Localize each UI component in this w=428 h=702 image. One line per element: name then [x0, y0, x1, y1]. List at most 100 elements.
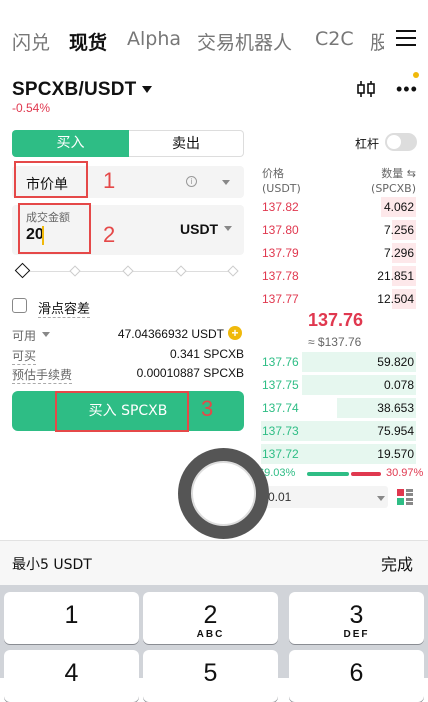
key-digit: 5: [203, 659, 218, 687]
last-price-fiat: ≈ $137.76: [308, 335, 362, 349]
key-digit: 1: [64, 601, 79, 629]
tab-trading-bots[interactable]: 交易机器人: [197, 28, 292, 55]
margin-label: 杠杆: [355, 137, 380, 151]
annotation-number-2: 2: [103, 222, 116, 247]
bid-quantity: 59.820: [377, 355, 414, 369]
min-amount-hint: 最小5 USDT: [12, 557, 92, 573]
ob-price-header: 价格 (USDT): [262, 167, 301, 195]
annotation-number-3: 3: [201, 396, 214, 421]
tab-convert[interactable]: 闪兑: [12, 28, 50, 55]
bid-price: 137.72: [262, 447, 299, 461]
tab-stocks[interactable]: 股: [370, 28, 384, 55]
ask-quantity: 7.296: [383, 246, 414, 260]
bid-row[interactable]: 137.74 38.653: [258, 398, 416, 418]
ask-row[interactable]: 137.79 7.296: [258, 243, 416, 263]
bid-quantity: 19.570: [377, 447, 414, 461]
sell-tab[interactable]: 卖出: [129, 130, 244, 157]
key-digit: 3: [349, 601, 364, 629]
available-dropdown-icon[interactable]: [42, 332, 50, 337]
notification-dot: [413, 72, 419, 78]
key-6[interactable]: 6: [289, 650, 424, 702]
ask-price: 137.82: [262, 200, 299, 214]
sell-ratio-bar: [351, 472, 381, 476]
precision-dropdown-icon[interactable]: [377, 496, 385, 501]
key-2[interactable]: 2 ABC: [143, 592, 278, 644]
amount-unit-select[interactable]: USDT: [180, 221, 218, 237]
annotation-box-1: [14, 161, 88, 198]
orderbook-layout-icon[interactable]: [397, 489, 413, 505]
ask-price: 137.77: [262, 292, 299, 306]
key-4[interactable]: 4: [4, 650, 139, 702]
buyable-label: 可买: [12, 349, 37, 365]
ask-quantity: 7.256: [383, 223, 414, 237]
assistive-touch-inner: [191, 461, 256, 526]
key-digit: 6: [349, 659, 364, 687]
keyboard-done-button[interactable]: 完成: [381, 551, 413, 575]
market-tabs: 闪兑 现货 Alpha 交易机器人 C2C 股: [0, 0, 428, 80]
trading-pair[interactable]: SPCXB/USDT: [12, 79, 136, 101]
menu-icon[interactable]: [396, 30, 416, 48]
margin-toggle[interactable]: [385, 133, 417, 151]
bid-quantity: 38.653: [377, 401, 414, 415]
slider-step-75[interactable]: [175, 265, 187, 277]
key-1[interactable]: 1: [4, 592, 139, 644]
tab-c2c[interactable]: C2C: [315, 28, 354, 50]
ask-price: 137.78: [262, 269, 299, 283]
key-3[interactable]: 3 DEF: [289, 592, 424, 644]
bid-row[interactable]: 137.73 75.954: [258, 421, 416, 441]
annotation-box-2: [18, 203, 91, 254]
precision-value: 0.01: [268, 490, 292, 504]
ask-quantity: 4.062: [383, 200, 414, 214]
bid-row[interactable]: 137.72 19.570: [258, 444, 416, 464]
unit-dropdown-icon[interactable]: [224, 226, 232, 231]
bid-price: 137.75: [262, 378, 299, 392]
price-change: -0.54%: [12, 101, 51, 115]
buy-tab[interactable]: 买入: [12, 130, 129, 157]
annotation-box-3: [55, 391, 189, 432]
sell-ratio: 30.97%: [386, 467, 424, 479]
last-price: 137.76: [308, 310, 364, 330]
available-value: 47.04366932 USDT: [117, 327, 224, 341]
fee-label: 预估手续费: [12, 368, 73, 384]
key-5[interactable]: 5: [143, 650, 278, 702]
bid-quantity: 0.078: [383, 378, 414, 392]
bid-price: 137.74: [262, 401, 299, 415]
annotation-number-1: 1: [103, 168, 116, 193]
pair-dropdown-icon[interactable]: [142, 86, 152, 93]
ask-row[interactable]: 137.78 21.851: [258, 266, 416, 286]
bid-row[interactable]: 137.76 59.820: [258, 352, 416, 372]
key-letters: DEF: [343, 629, 370, 640]
bid-row[interactable]: 137.75 0.078: [258, 375, 416, 395]
order-type-dropdown-icon[interactable]: [222, 180, 230, 185]
ask-quantity: 12.504: [377, 292, 414, 306]
deposit-plus-icon[interactable]: +: [228, 326, 242, 340]
fee-value: 0.00010887 SPCXB: [136, 366, 244, 380]
slippage-label[interactable]: 滑点容差: [38, 298, 91, 318]
ob-qty-header[interactable]: 数量 ⇆ (SPCXB): [370, 166, 416, 196]
slippage-checkbox[interactable]: [12, 298, 27, 313]
slider-step-100[interactable]: [227, 265, 239, 277]
ask-quantity: 21.851: [377, 269, 414, 283]
tab-alpha[interactable]: Alpha: [127, 28, 181, 50]
bid-price: 137.73: [262, 424, 299, 438]
ask-row[interactable]: 137.80 7.256: [258, 220, 416, 240]
available-label: 可用: [12, 329, 37, 343]
key-digit: 4: [64, 659, 79, 687]
buy-ratio-bar: [307, 472, 349, 476]
ask-row[interactable]: 137.77 12.504: [258, 289, 416, 309]
slider-step-25[interactable]: [69, 265, 81, 277]
ask-price: 137.79: [262, 246, 299, 260]
bid-quantity: 75.954: [377, 424, 414, 438]
more-options-icon[interactable]: •••: [396, 80, 418, 98]
key-digit: 2: [203, 601, 218, 629]
bid-price: 137.76: [262, 355, 299, 369]
slider-step-50[interactable]: [122, 265, 134, 277]
slider-handle[interactable]: [14, 262, 31, 279]
candlestick-chart-icon[interactable]: [356, 80, 376, 98]
info-icon[interactable]: i: [186, 176, 197, 187]
buyable-value: 0.341 SPCXB: [169, 347, 244, 361]
ask-row[interactable]: 137.82 4.062: [258, 197, 416, 217]
ask-price: 137.80: [262, 223, 299, 237]
tab-spot[interactable]: 现货: [69, 28, 107, 55]
key-letters: ABC: [196, 629, 225, 640]
